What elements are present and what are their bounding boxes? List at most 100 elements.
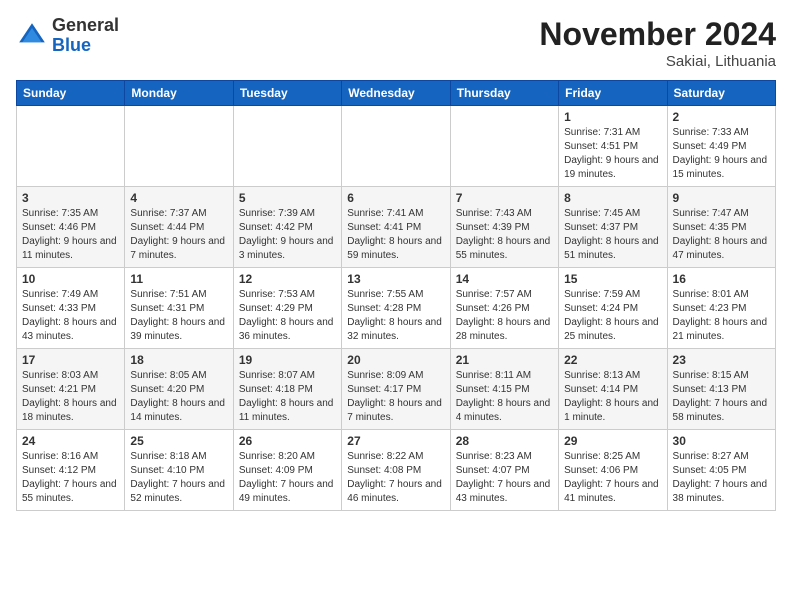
logo: General Blue	[16, 16, 119, 56]
day-number: 23	[673, 353, 770, 367]
day-info: Sunrise: 8:18 AMSunset: 4:10 PMDaylight:…	[130, 451, 225, 504]
day-number: 11	[130, 272, 227, 286]
day-number: 8	[564, 191, 661, 205]
cell-2-0: 10 Sunrise: 7:49 AMSunset: 4:33 PMDaylig…	[17, 268, 125, 349]
day-number: 30	[673, 434, 770, 448]
day-info: Sunrise: 7:43 AMSunset: 4:39 PMDaylight:…	[456, 208, 551, 261]
day-info: Sunrise: 8:11 AMSunset: 4:15 PMDaylight:…	[456, 370, 551, 423]
cell-0-0	[17, 106, 125, 187]
day-info: Sunrise: 7:33 AMSunset: 4:49 PMDaylight:…	[673, 127, 768, 180]
day-number: 7	[456, 191, 553, 205]
cell-2-6: 16 Sunrise: 8:01 AMSunset: 4:23 PMDaylig…	[667, 268, 775, 349]
day-number: 25	[130, 434, 227, 448]
logo-blue: Blue	[52, 35, 91, 55]
logo-text: General Blue	[52, 16, 119, 56]
day-info: Sunrise: 8:15 AMSunset: 4:13 PMDaylight:…	[673, 370, 768, 423]
day-number: 14	[456, 272, 553, 286]
day-number: 17	[22, 353, 119, 367]
month-title: November 2024	[539, 16, 776, 53]
cell-0-5: 1 Sunrise: 7:31 AMSunset: 4:51 PMDayligh…	[559, 106, 667, 187]
cell-4-6: 30 Sunrise: 8:27 AMSunset: 4:05 PMDaylig…	[667, 430, 775, 511]
cell-1-5: 8 Sunrise: 7:45 AMSunset: 4:37 PMDayligh…	[559, 187, 667, 268]
cell-3-4: 21 Sunrise: 8:11 AMSunset: 4:15 PMDaylig…	[450, 349, 558, 430]
day-info: Sunrise: 8:13 AMSunset: 4:14 PMDaylight:…	[564, 370, 659, 423]
cell-1-6: 9 Sunrise: 7:47 AMSunset: 4:35 PMDayligh…	[667, 187, 775, 268]
day-number: 24	[22, 434, 119, 448]
header-saturday: Saturday	[667, 81, 775, 106]
day-number: 26	[239, 434, 336, 448]
day-info: Sunrise: 7:53 AMSunset: 4:29 PMDaylight:…	[239, 289, 334, 342]
header-tuesday: Tuesday	[233, 81, 341, 106]
header-thursday: Thursday	[450, 81, 558, 106]
day-info: Sunrise: 7:51 AMSunset: 4:31 PMDaylight:…	[130, 289, 225, 342]
cell-3-1: 18 Sunrise: 8:05 AMSunset: 4:20 PMDaylig…	[125, 349, 233, 430]
cell-4-1: 25 Sunrise: 8:18 AMSunset: 4:10 PMDaylig…	[125, 430, 233, 511]
day-number: 22	[564, 353, 661, 367]
cell-1-0: 3 Sunrise: 7:35 AMSunset: 4:46 PMDayligh…	[17, 187, 125, 268]
header-friday: Friday	[559, 81, 667, 106]
day-number: 13	[347, 272, 444, 286]
day-number: 21	[456, 353, 553, 367]
cell-2-1: 11 Sunrise: 7:51 AMSunset: 4:31 PMDaylig…	[125, 268, 233, 349]
day-info: Sunrise: 7:57 AMSunset: 4:26 PMDaylight:…	[456, 289, 551, 342]
cell-3-6: 23 Sunrise: 8:15 AMSunset: 4:13 PMDaylig…	[667, 349, 775, 430]
cell-1-4: 7 Sunrise: 7:43 AMSunset: 4:39 PMDayligh…	[450, 187, 558, 268]
day-info: Sunrise: 8:25 AMSunset: 4:06 PMDaylight:…	[564, 451, 659, 504]
cell-1-1: 4 Sunrise: 7:37 AMSunset: 4:44 PMDayligh…	[125, 187, 233, 268]
week-row-4: 24 Sunrise: 8:16 AMSunset: 4:12 PMDaylig…	[17, 430, 776, 511]
day-info: Sunrise: 8:16 AMSunset: 4:12 PMDaylight:…	[22, 451, 117, 504]
day-info: Sunrise: 8:07 AMSunset: 4:18 PMDaylight:…	[239, 370, 334, 423]
day-info: Sunrise: 7:37 AMSunset: 4:44 PMDaylight:…	[130, 208, 225, 261]
day-info: Sunrise: 7:35 AMSunset: 4:46 PMDaylight:…	[22, 208, 117, 261]
day-info: Sunrise: 8:23 AMSunset: 4:07 PMDaylight:…	[456, 451, 551, 504]
cell-4-2: 26 Sunrise: 8:20 AMSunset: 4:09 PMDaylig…	[233, 430, 341, 511]
day-info: Sunrise: 8:22 AMSunset: 4:08 PMDaylight:…	[347, 451, 442, 504]
cell-1-3: 6 Sunrise: 7:41 AMSunset: 4:41 PMDayligh…	[342, 187, 450, 268]
header-row: Sunday Monday Tuesday Wednesday Thursday…	[17, 81, 776, 106]
day-number: 19	[239, 353, 336, 367]
header-monday: Monday	[125, 81, 233, 106]
week-row-1: 3 Sunrise: 7:35 AMSunset: 4:46 PMDayligh…	[17, 187, 776, 268]
day-number: 6	[347, 191, 444, 205]
page: General Blue November 2024 Sakiai, Lithu…	[0, 0, 792, 521]
day-number: 12	[239, 272, 336, 286]
cell-0-1	[125, 106, 233, 187]
day-number: 29	[564, 434, 661, 448]
cell-3-0: 17 Sunrise: 8:03 AMSunset: 4:21 PMDaylig…	[17, 349, 125, 430]
cell-4-5: 29 Sunrise: 8:25 AMSunset: 4:06 PMDaylig…	[559, 430, 667, 511]
day-number: 9	[673, 191, 770, 205]
cell-2-5: 15 Sunrise: 7:59 AMSunset: 4:24 PMDaylig…	[559, 268, 667, 349]
header-sunday: Sunday	[17, 81, 125, 106]
cell-4-3: 27 Sunrise: 8:22 AMSunset: 4:08 PMDaylig…	[342, 430, 450, 511]
calendar-table: Sunday Monday Tuesday Wednesday Thursday…	[16, 80, 776, 511]
day-info: Sunrise: 8:27 AMSunset: 4:05 PMDaylight:…	[673, 451, 768, 504]
day-info: Sunrise: 8:03 AMSunset: 4:21 PMDaylight:…	[22, 370, 117, 423]
cell-2-4: 14 Sunrise: 7:57 AMSunset: 4:26 PMDaylig…	[450, 268, 558, 349]
cell-0-3	[342, 106, 450, 187]
day-info: Sunrise: 8:09 AMSunset: 4:17 PMDaylight:…	[347, 370, 442, 423]
day-info: Sunrise: 8:05 AMSunset: 4:20 PMDaylight:…	[130, 370, 225, 423]
day-number: 28	[456, 434, 553, 448]
day-info: Sunrise: 7:47 AMSunset: 4:35 PMDaylight:…	[673, 208, 768, 261]
day-number: 1	[564, 110, 661, 124]
day-number: 15	[564, 272, 661, 286]
day-number: 20	[347, 353, 444, 367]
day-info: Sunrise: 7:31 AMSunset: 4:51 PMDaylight:…	[564, 127, 659, 180]
day-info: Sunrise: 8:01 AMSunset: 4:23 PMDaylight:…	[673, 289, 768, 342]
week-row-3: 17 Sunrise: 8:03 AMSunset: 4:21 PMDaylig…	[17, 349, 776, 430]
cell-4-0: 24 Sunrise: 8:16 AMSunset: 4:12 PMDaylig…	[17, 430, 125, 511]
day-info: Sunrise: 7:41 AMSunset: 4:41 PMDaylight:…	[347, 208, 442, 261]
week-row-2: 10 Sunrise: 7:49 AMSunset: 4:33 PMDaylig…	[17, 268, 776, 349]
cell-0-4	[450, 106, 558, 187]
calendar-header: Sunday Monday Tuesday Wednesday Thursday…	[17, 81, 776, 106]
day-number: 5	[239, 191, 336, 205]
cell-2-2: 12 Sunrise: 7:53 AMSunset: 4:29 PMDaylig…	[233, 268, 341, 349]
cell-0-6: 2 Sunrise: 7:33 AMSunset: 4:49 PMDayligh…	[667, 106, 775, 187]
day-number: 18	[130, 353, 227, 367]
day-info: Sunrise: 7:55 AMSunset: 4:28 PMDaylight:…	[347, 289, 442, 342]
day-number: 2	[673, 110, 770, 124]
day-info: Sunrise: 7:49 AMSunset: 4:33 PMDaylight:…	[22, 289, 117, 342]
day-info: Sunrise: 7:45 AMSunset: 4:37 PMDaylight:…	[564, 208, 659, 261]
day-number: 27	[347, 434, 444, 448]
day-number: 4	[130, 191, 227, 205]
